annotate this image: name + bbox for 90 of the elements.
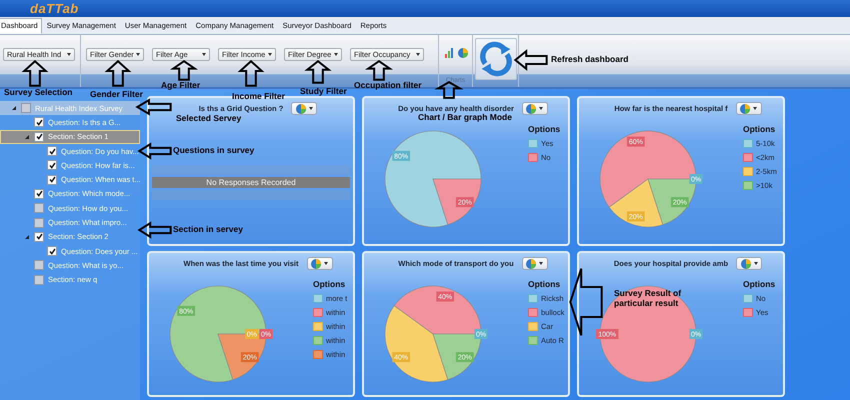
callout-label: Occupation filter bbox=[354, 80, 422, 90]
caret-icon bbox=[67, 53, 71, 56]
checkbox[interactable] bbox=[34, 188, 44, 199]
checkbox[interactable] bbox=[34, 117, 44, 128]
legend-swatch bbox=[528, 139, 538, 148]
callout-label: Income Filter bbox=[232, 91, 285, 102]
callout-arrow bbox=[139, 223, 171, 237]
legend-swatch bbox=[313, 308, 323, 317]
checkbox[interactable] bbox=[34, 218, 44, 228]
expander-icon[interactable] bbox=[25, 234, 29, 239]
caret-icon bbox=[754, 262, 758, 265]
checkbox[interactable] bbox=[47, 174, 57, 185]
checkbox[interactable] bbox=[21, 103, 31, 114]
chart-type-button[interactable] bbox=[736, 257, 762, 270]
caret-icon bbox=[324, 262, 328, 265]
caret-icon bbox=[136, 53, 140, 56]
legend-swatch bbox=[528, 294, 538, 303]
checkbox[interactable] bbox=[34, 274, 44, 285]
legend-title: Options bbox=[528, 124, 560, 134]
checkbox[interactable] bbox=[34, 132, 44, 142]
legend-swatch bbox=[313, 294, 323, 303]
caret-icon bbox=[416, 53, 420, 56]
pie-chart-icon bbox=[296, 104, 306, 114]
chart-type-button[interactable] bbox=[291, 102, 318, 115]
caret-icon bbox=[539, 107, 544, 110]
legend-swatch bbox=[743, 181, 753, 190]
callout-arrow bbox=[24, 61, 46, 86]
legend-swatch bbox=[313, 322, 323, 331]
chart-type-button[interactable] bbox=[736, 102, 762, 115]
checkbox[interactable] bbox=[34, 203, 44, 214]
callout-label: Survey Selection bbox=[4, 87, 73, 98]
pie-chart-icon bbox=[311, 258, 322, 268]
caret-icon bbox=[308, 107, 313, 110]
checkbox[interactable] bbox=[47, 160, 57, 170]
caret-icon bbox=[334, 53, 338, 56]
legend-swatch bbox=[528, 153, 538, 162]
checkbox[interactable] bbox=[34, 260, 44, 270]
refresh-button[interactable] bbox=[474, 38, 516, 80]
callout-label: Study Filter bbox=[300, 86, 347, 96]
legend-swatch bbox=[743, 139, 753, 148]
legend-swatch bbox=[743, 294, 753, 303]
chart-type-button[interactable] bbox=[522, 102, 548, 115]
callout-label: Age Filter bbox=[161, 80, 200, 90]
callout-arrow bbox=[107, 61, 129, 86]
legend-title: Options bbox=[743, 279, 776, 289]
callout-label: Questions in survey bbox=[173, 145, 254, 156]
legend-swatch bbox=[528, 308, 538, 317]
refresh-icon bbox=[478, 41, 514, 77]
callout-arrow bbox=[515, 51, 547, 69]
empty-message: No Responses Recorded bbox=[152, 177, 350, 188]
pie-chart-icon bbox=[526, 104, 536, 114]
callout-label: Gender Filter bbox=[90, 89, 143, 100]
legend-swatch bbox=[528, 322, 538, 331]
callout-arrow bbox=[307, 61, 329, 83]
legend-title: Options bbox=[743, 124, 776, 134]
legend-swatch bbox=[743, 167, 753, 176]
legend-swatch bbox=[743, 308, 753, 317]
pie-chart-icon[interactable] bbox=[458, 48, 468, 58]
caret-icon bbox=[202, 53, 206, 56]
callout-arrow bbox=[137, 100, 171, 114]
checkbox[interactable] bbox=[34, 232, 44, 242]
expander-icon[interactable] bbox=[12, 106, 16, 110]
legend-title: Options bbox=[313, 279, 346, 289]
pie-chart-icon bbox=[526, 258, 536, 268]
callout-label: Chart / Bar graph Mode bbox=[418, 112, 512, 122]
caret-icon bbox=[268, 53, 272, 56]
legend-swatch bbox=[313, 350, 323, 359]
app-logo: daTTab bbox=[30, 1, 79, 16]
pie-chart-icon bbox=[740, 104, 750, 114]
chart-type-button[interactable] bbox=[306, 257, 333, 270]
legend-swatch bbox=[528, 336, 538, 345]
callout-label: Section in servey bbox=[173, 224, 243, 234]
callout-label: Refresh dashboard bbox=[551, 54, 628, 64]
pie-chart-icon bbox=[740, 258, 751, 268]
legend-swatch bbox=[743, 153, 753, 162]
chart-type-button[interactable] bbox=[522, 257, 548, 270]
callout-label: Survey Result of particular result bbox=[614, 288, 682, 308]
bar-chart-icon[interactable] bbox=[444, 48, 454, 58]
callout-label: Selected Servey bbox=[176, 113, 242, 124]
callout-arrow bbox=[368, 61, 390, 80]
callout-arrow bbox=[173, 61, 195, 80]
checkbox[interactable] bbox=[47, 246, 57, 256]
caret-icon bbox=[753, 107, 758, 110]
legend-swatch bbox=[313, 336, 323, 345]
caret-icon bbox=[539, 262, 544, 265]
expander-icon[interactable] bbox=[25, 134, 29, 139]
callout-arrow bbox=[139, 144, 171, 158]
checkbox[interactable] bbox=[47, 146, 57, 156]
callout-arrow bbox=[240, 61, 262, 86]
legend-title: Options bbox=[528, 279, 562, 289]
